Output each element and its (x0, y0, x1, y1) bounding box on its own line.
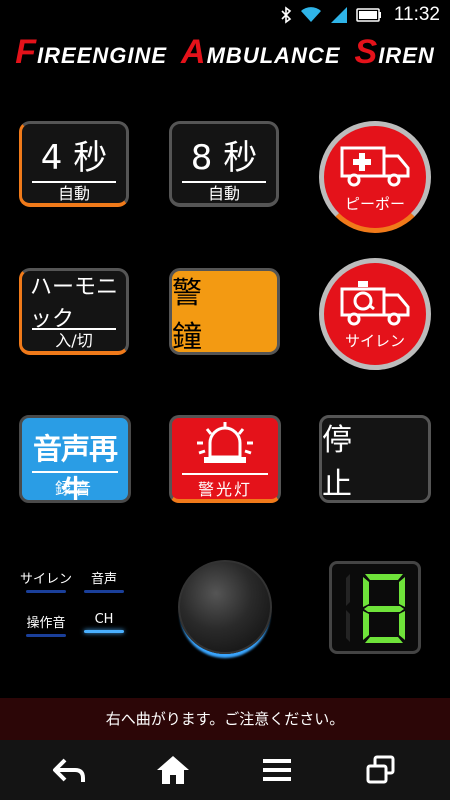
siren-label: サイレン (344, 332, 405, 350)
operation-sound-label: 操作音 (26, 616, 66, 631)
voice-indicator-label: 音声 (90, 572, 117, 587)
back-icon[interactable] (51, 754, 87, 786)
auto-label: 自動 (207, 184, 240, 203)
home-icon[interactable] (155, 754, 191, 786)
auto-label: 自動 (57, 184, 90, 203)
alarm-bell-button[interactable]: 警 鐘 (169, 268, 280, 355)
voice-indicator-bar (84, 590, 124, 593)
voice-indicator[interactable]: 音声 (74, 568, 134, 593)
control-knob[interactable] (178, 560, 272, 654)
divider (32, 471, 118, 473)
operation-sound-bar (26, 634, 66, 637)
channel-counter: 8 (329, 561, 421, 654)
siren-button[interactable]: サイレン (319, 258, 431, 370)
operation-sound-indicator[interactable]: 操作音 (16, 612, 76, 637)
pipo-label: ピーポー (344, 195, 405, 213)
harmonic-label: ハーモニック (30, 275, 119, 332)
divider (182, 473, 268, 475)
pipo-siren-button[interactable]: ピーポー (319, 121, 431, 233)
ambulance-icon (340, 146, 410, 187)
siren-indicator-label: サイレン (19, 572, 72, 587)
record-label: 録音 (54, 479, 95, 498)
stop-button[interactable]: 停 止 (319, 415, 431, 503)
eight-second-auto-button[interactable]: 8 秒 自動 (169, 121, 279, 207)
menu-icon[interactable] (259, 754, 295, 786)
voice-playback-button[interactable]: 音声再生 録音 (19, 415, 131, 503)
bluetooth-icon (281, 6, 292, 24)
title-letter-s: S (354, 33, 379, 71)
title-letter-f: F (15, 33, 38, 71)
beacon-light-icon (197, 422, 253, 463)
four-second-label: 4 秒 (40, 137, 108, 178)
siren-indicator-bar (26, 590, 66, 593)
status-time: 11:32 (393, 4, 440, 25)
eight-second-label: 8 秒 (190, 137, 258, 178)
wifi-icon (300, 7, 321, 22)
digit-display: 8 (332, 564, 405, 643)
app-title: FIREENGINE AMBULANCE SIREN (0, 30, 450, 74)
title-word-ambulance: MBULANCE (206, 43, 341, 68)
counter-value: 8 (332, 564, 342, 568)
fire-truck-icon (340, 281, 410, 326)
signal-icon (330, 7, 347, 23)
title-word-siren: IREN (378, 43, 435, 68)
warning-light-button[interactable]: 警光灯 (169, 415, 281, 503)
channel-indicator[interactable]: CH (74, 612, 134, 633)
channel-bar (84, 630, 124, 633)
status-bar: 11:32 (0, 0, 450, 28)
warning-light-label: 警光灯 (197, 480, 252, 499)
title-letter-a: A (181, 33, 207, 71)
on-off-label: 入/切 (55, 331, 93, 350)
recent-apps-icon[interactable] (363, 754, 399, 786)
four-second-auto-button[interactable]: 4 秒 自動 (19, 121, 129, 207)
title-word-fireengine: IREENGINE (37, 43, 168, 68)
channel-label: CH (94, 612, 114, 627)
harmonic-toggle-button[interactable]: ハーモニック 入/切 (19, 268, 129, 355)
siren-indicator[interactable]: サイレン (16, 568, 76, 593)
battery-icon (356, 8, 381, 22)
message-bar: 右へ曲がります。ご注意ください。 (0, 698, 450, 740)
navigation-bar (0, 740, 450, 800)
